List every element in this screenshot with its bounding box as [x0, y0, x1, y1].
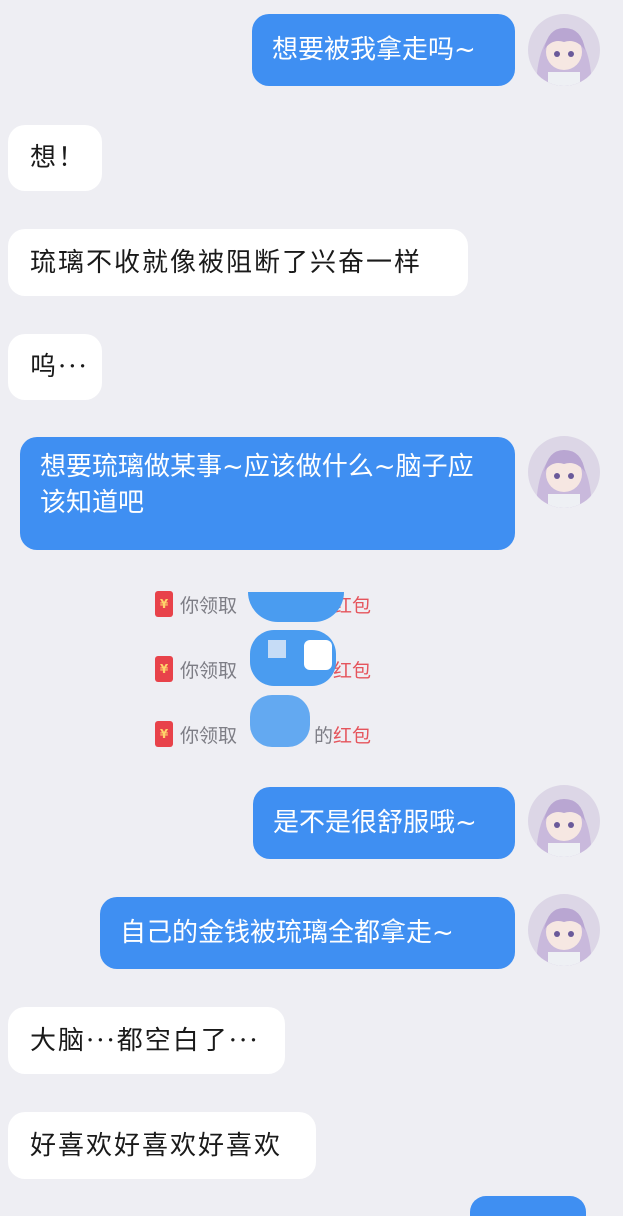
message-text: 想要被我拿走吗~: [272, 35, 476, 65]
message-bubble-outgoing[interactable]: 想要琉璃做某事~应该做什么~脑子应该知道吧: [20, 437, 515, 550]
message-bubble-outgoing-partial[interactable]: [470, 1196, 586, 1216]
redaction-mark: [304, 640, 332, 670]
message-bubble-outgoing[interactable]: 自己的金钱被琉璃全都拿走~: [100, 897, 515, 969]
message-text: 自己的金钱被琉璃全都拿走~: [120, 918, 454, 948]
red-packet-icon: ¥: [155, 591, 173, 617]
red-packet-link[interactable]: 红包: [333, 656, 371, 683]
message-bubble-incoming[interactable]: 想！: [8, 125, 102, 191]
message-text: 好喜欢好喜欢好喜欢: [30, 1130, 283, 1161]
anime-girl-avatar-icon: [528, 894, 600, 966]
message-bubble-incoming[interactable]: 琉璃不收就像被阻断了兴奋一样: [8, 229, 468, 296]
redaction-mark: [268, 640, 286, 658]
message-bubble-outgoing[interactable]: 想要被我拿走吗~: [252, 14, 515, 86]
red-packet-icon: ¥: [155, 656, 173, 682]
redaction-mark: [250, 695, 310, 747]
avatar[interactable]: [528, 436, 600, 508]
message-text: 是不是很舒服哦~: [273, 808, 477, 838]
red-packet-icon: ¥: [155, 721, 173, 747]
message-text: 大脑···都空白了···: [30, 1025, 260, 1056]
anime-girl-avatar-icon: [528, 785, 600, 857]
message-text: 琉璃不收就像被阻断了兴奋一样: [30, 247, 423, 278]
message-text: 想要琉璃做某事~应该做什么~脑子应该知道吧: [40, 452, 474, 518]
avatar[interactable]: [528, 894, 600, 966]
notice-prefix: 你领取: [180, 724, 238, 747]
message-bubble-incoming[interactable]: 好喜欢好喜欢好喜欢: [8, 1112, 316, 1179]
notice-prefix: 你领取: [180, 594, 238, 617]
message-bubble-incoming[interactable]: 大脑···都空白了···: [8, 1007, 285, 1074]
redaction-mark: [248, 592, 344, 622]
red-packet-link[interactable]: 红包: [333, 721, 371, 748]
notice-middle: 的: [314, 724, 334, 747]
message-bubble-incoming[interactable]: 呜···: [8, 334, 102, 400]
anime-girl-avatar-icon: [528, 436, 600, 508]
anime-girl-avatar-icon: [528, 14, 600, 86]
notice-prefix: 你领取: [180, 659, 238, 682]
avatar[interactable]: [528, 14, 600, 86]
avatar[interactable]: [528, 785, 600, 857]
message-bubble-outgoing[interactable]: 是不是很舒服哦~: [253, 787, 515, 859]
message-text: 想！: [30, 143, 87, 173]
message-text: 呜···: [30, 352, 89, 382]
